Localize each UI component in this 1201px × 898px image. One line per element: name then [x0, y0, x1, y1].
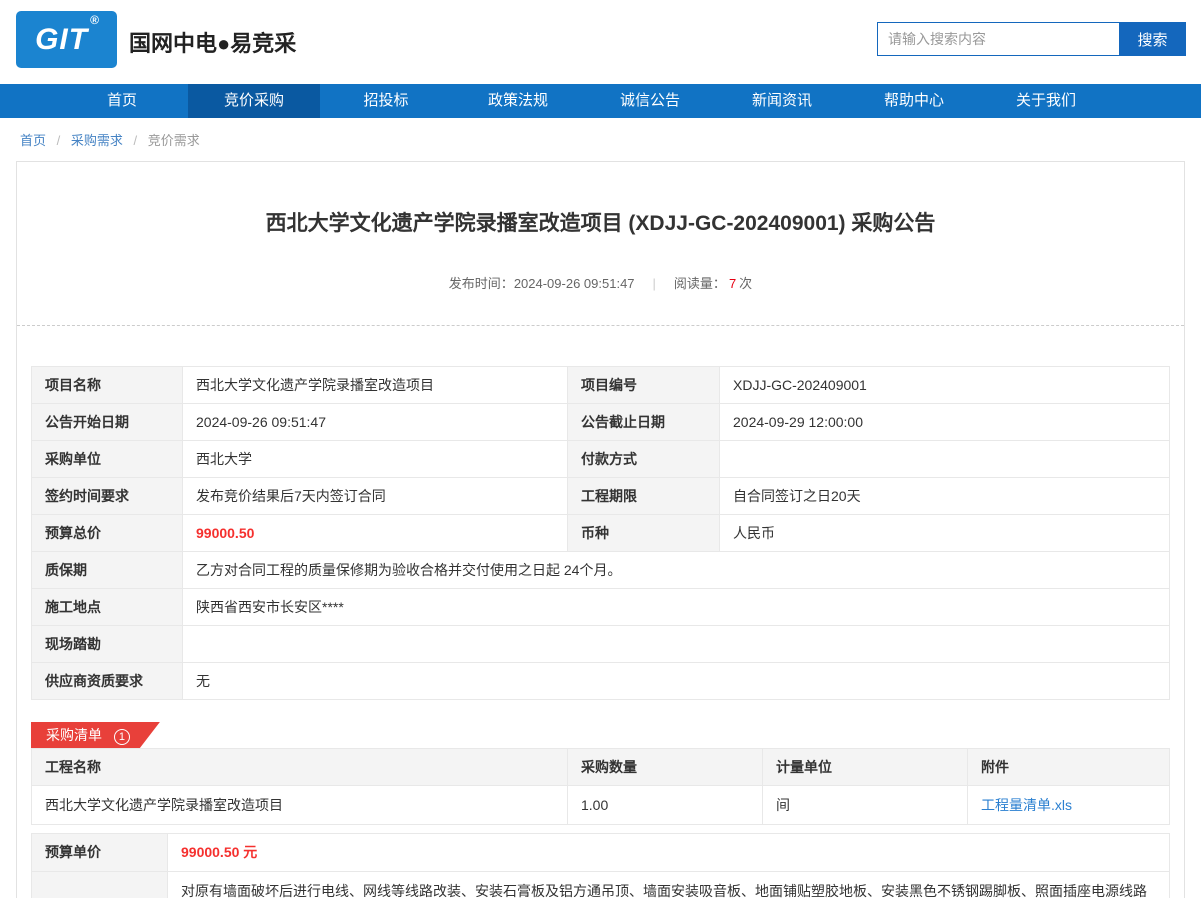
unit-cell: 间	[763, 786, 968, 825]
attachment-link[interactable]: 工程量清单.xls	[981, 797, 1072, 813]
announcement-card: 西北大学文化遗产学院录播室改造项目 (XDJJ-GC-202409001) 采购…	[16, 161, 1185, 898]
quantity-cell: 1.00	[568, 786, 763, 825]
column-header: 计量单位	[763, 749, 968, 786]
purchase-list-label: 采购清单	[46, 727, 102, 743]
nav-item-policies[interactable]: 政策法规	[452, 84, 584, 118]
page-header: GIT® 国网中电●易竞采 搜索	[0, 0, 1201, 84]
project-content-value: 对原有墙面破坏后进行电线、网线等线路改装、安装石膏板及铝方通吊顶、墙面安装吸音板…	[168, 872, 1170, 898]
field-label: 预算总价	[32, 515, 183, 552]
field-label: 预算单价	[32, 834, 168, 872]
search-input[interactable]	[877, 22, 1119, 56]
breadcrumb-home[interactable]: 首页	[20, 133, 46, 148]
table-row: 西北大学文化遗产学院录播室改造项目 1.00 间 工程量清单.xls	[32, 786, 1170, 825]
publish-time-label: 发布时间：	[449, 276, 514, 291]
breadcrumb-purchase-demand[interactable]: 采购需求	[71, 133, 123, 148]
site-logo[interactable]: GIT®	[16, 11, 117, 68]
field-label: 公告开始日期	[32, 404, 183, 441]
field-value	[720, 441, 1170, 478]
field-value	[183, 626, 1170, 663]
table-row: 项目名称 西北大学文化遗产学院录播室改造项目 项目编号 XDJJ-GC-2024…	[32, 367, 1170, 404]
nav-item-about-us[interactable]: 关于我们	[980, 84, 1112, 118]
views-count: 7	[729, 276, 736, 291]
nav-item-home[interactable]: 首页	[56, 84, 188, 118]
field-value: 无	[183, 663, 1170, 700]
field-label: 现场踏勘	[32, 626, 183, 663]
purchase-list-count-badge: 1	[114, 729, 130, 745]
field-value: 乙方对合同工程的质量保修期为验收合格并交付使用之日起 24个月。	[183, 552, 1170, 589]
field-label: 工程内容	[32, 872, 168, 898]
main-nav: 首页 竞价采购 招投标 政策法规 诚信公告 新闻资讯 帮助中心 关于我们	[0, 84, 1201, 118]
field-label: 币种	[568, 515, 720, 552]
field-label: 签约时间要求	[32, 478, 183, 515]
field-value: 2024-09-29 12:00:00	[720, 404, 1170, 441]
field-value: 人民币	[720, 515, 1170, 552]
search-button[interactable]: 搜索	[1119, 22, 1186, 56]
field-label: 施工地点	[32, 589, 183, 626]
field-value: 西北大学	[183, 441, 568, 478]
breadcrumb: 首页 / 采购需求 / 竞价需求	[0, 118, 1201, 157]
nav-item-integrity-notice[interactable]: 诚信公告	[584, 84, 716, 118]
breadcrumb-separator: /	[57, 133, 61, 148]
breadcrumb-separator: /	[134, 133, 138, 148]
detail-table: 预算单价 99000.50 元 工程内容 对原有墙面破坏后进行电线、网线等线路改…	[31, 833, 1170, 898]
column-header: 采购数量	[568, 749, 763, 786]
announcement-meta: 发布时间：2024-09-26 09:51:47 | 阅读量：7次	[17, 273, 1184, 326]
publish-time-value: 2024-09-26 09:51:47	[514, 276, 635, 291]
table-row: 签约时间要求 发布竞价结果后7天内签订合同 工程期限 自合同签订之日20天	[32, 478, 1170, 515]
budget-total-value: 99000.50	[183, 515, 568, 552]
project-name-cell: 西北大学文化遗产学院录播室改造项目	[32, 786, 568, 825]
views-label: 阅读量：	[674, 276, 726, 291]
field-label: 项目名称	[32, 367, 183, 404]
unit-price-value: 99000.50 元	[168, 834, 1170, 872]
registered-mark: ®	[90, 13, 100, 27]
views-unit: 次	[739, 276, 752, 291]
meta-separator: |	[653, 276, 656, 291]
field-value: 2024-09-26 09:51:47	[183, 404, 568, 441]
search-bar: 搜索	[877, 22, 1186, 56]
table-row: 现场踏勘	[32, 626, 1170, 663]
field-value: 西北大学文化遗产学院录播室改造项目	[183, 367, 568, 404]
table-header-row: 工程名称 采购数量 计量单位 附件	[32, 749, 1170, 786]
field-label: 质保期	[32, 552, 183, 589]
project-info-table: 项目名称 西北大学文化遗产学院录播室改造项目 项目编号 XDJJ-GC-2024…	[31, 366, 1170, 700]
table-row: 预算单价 99000.50 元	[32, 834, 1170, 872]
attachment-cell: 工程量清单.xls	[968, 786, 1170, 825]
logo-text: GIT®	[35, 23, 98, 57]
field-value: 陕西省西安市长安区****	[183, 589, 1170, 626]
field-label: 付款方式	[568, 441, 720, 478]
site-name: 国网中电●易竞采	[129, 26, 296, 58]
table-row: 质保期 乙方对合同工程的质量保修期为验收合格并交付使用之日起 24个月。	[32, 552, 1170, 589]
table-row: 公告开始日期 2024-09-26 09:51:47 公告截止日期 2024-0…	[32, 404, 1170, 441]
nav-item-tendering[interactable]: 招投标	[320, 84, 452, 118]
field-value: XDJJ-GC-202409001	[720, 367, 1170, 404]
column-header: 工程名称	[32, 749, 568, 786]
nav-item-help-center[interactable]: 帮助中心	[848, 84, 980, 118]
table-row: 工程内容 对原有墙面破坏后进行电线、网线等线路改装、安装石膏板及铝方通吊顶、墙面…	[32, 872, 1170, 898]
purchase-list-ribbon: 采购清单 1	[31, 722, 160, 748]
field-label: 工程期限	[568, 478, 720, 515]
field-label: 采购单位	[32, 441, 183, 478]
field-value: 自合同签订之日20天	[720, 478, 1170, 515]
page-title: 西北大学文化遗产学院录播室改造项目 (XDJJ-GC-202409001) 采购…	[17, 207, 1184, 237]
breadcrumb-current: 竞价需求	[148, 133, 200, 148]
field-label: 项目编号	[568, 367, 720, 404]
table-row: 采购单位 西北大学 付款方式	[32, 441, 1170, 478]
field-value: 发布竞价结果后7天内签订合同	[183, 478, 568, 515]
purchase-list-table: 工程名称 采购数量 计量单位 附件 西北大学文化遗产学院录播室改造项目 1.00…	[31, 748, 1170, 825]
table-row: 施工地点 陕西省西安市长安区****	[32, 589, 1170, 626]
field-label: 供应商资质要求	[32, 663, 183, 700]
column-header: 附件	[968, 749, 1170, 786]
table-row: 供应商资质要求 无	[32, 663, 1170, 700]
table-row: 预算总价 99000.50 币种 人民币	[32, 515, 1170, 552]
nav-item-bidding-purchase[interactable]: 竞价采购	[188, 84, 320, 118]
field-label: 公告截止日期	[568, 404, 720, 441]
nav-item-news[interactable]: 新闻资讯	[716, 84, 848, 118]
